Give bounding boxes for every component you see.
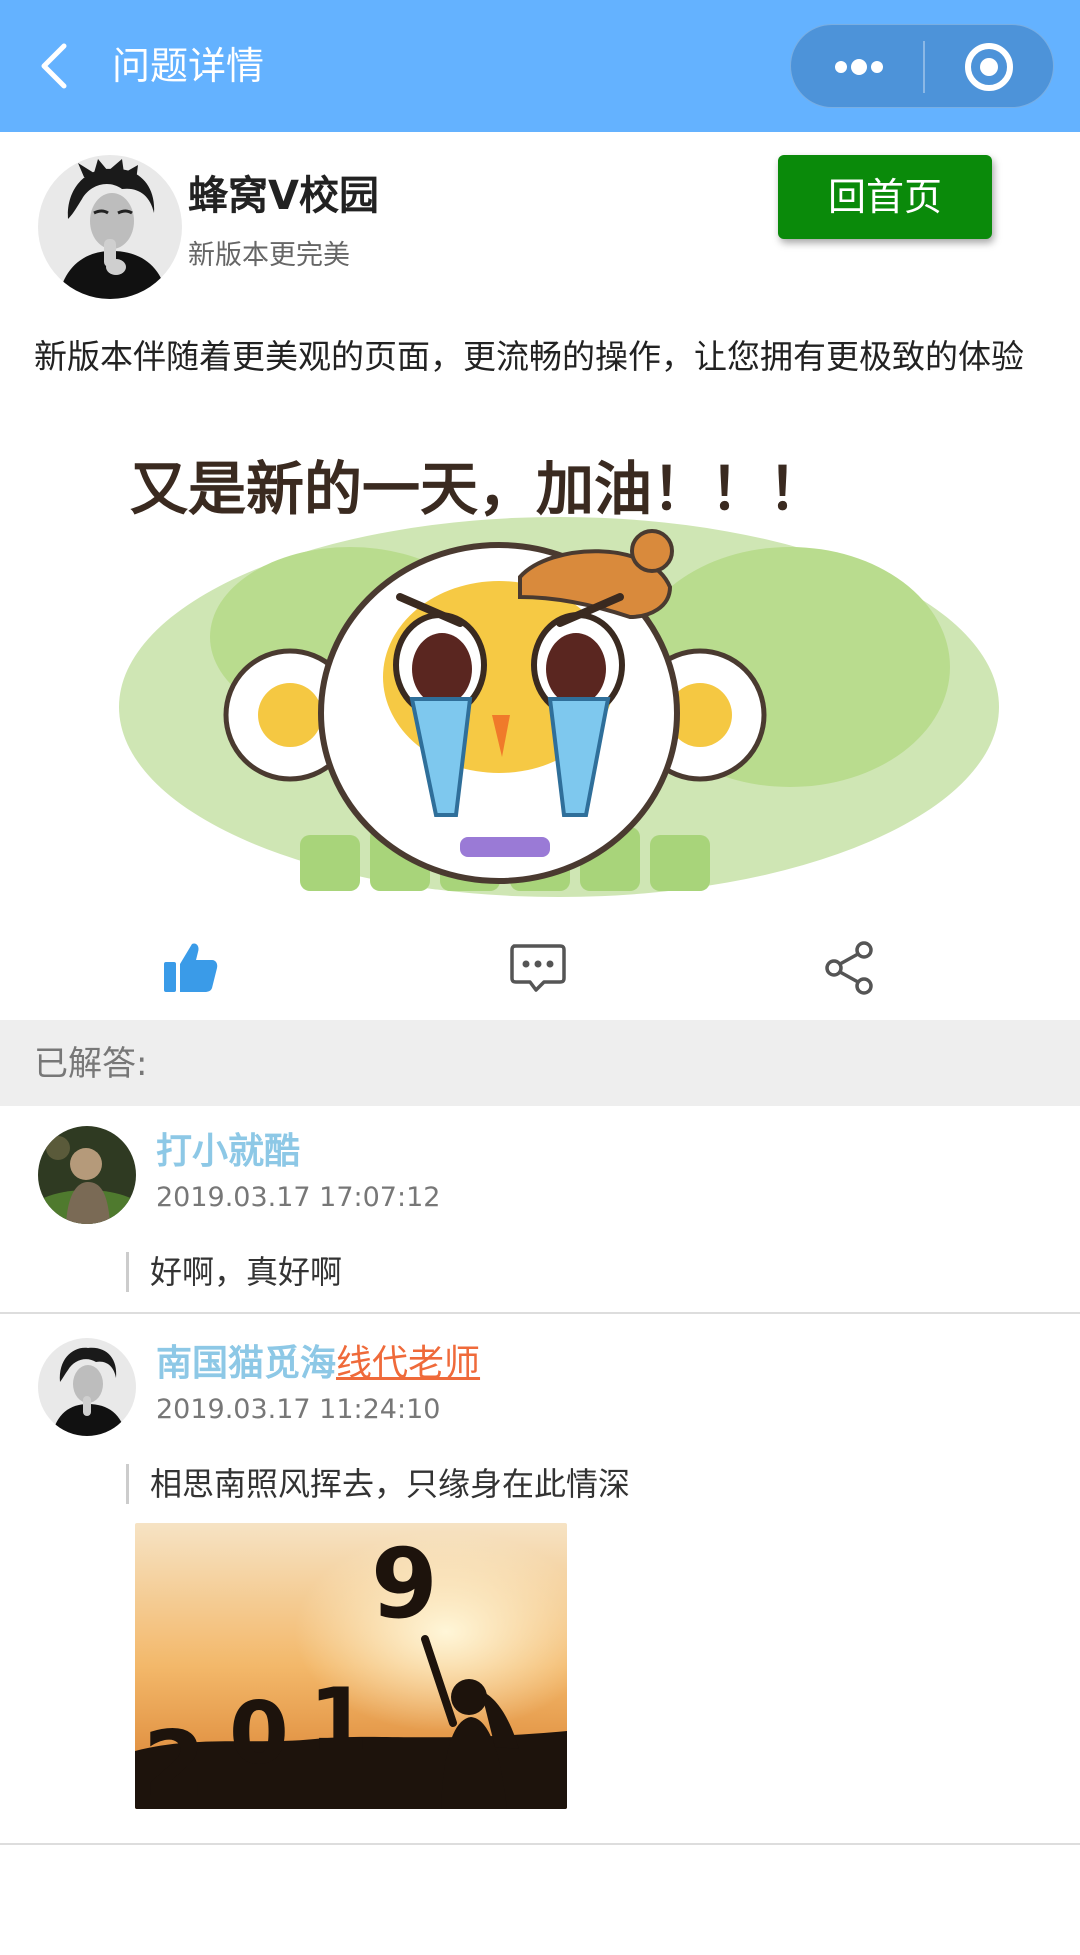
author-avatar[interactable] [38, 155, 182, 299]
thumbs-up-icon [164, 943, 218, 992]
answer-avatar[interactable] [38, 1126, 136, 1224]
comment-button[interactable] [508, 940, 568, 996]
target-circle-icon [965, 43, 1013, 91]
answer-author-name[interactable]: 南国猫觅海 [156, 1343, 336, 1384]
answer-text: 好啊，真好啊 [150, 1253, 343, 1291]
home-button[interactable]: 回首页 [778, 155, 992, 239]
answer-author-role[interactable]: 线代老师 [336, 1343, 480, 1384]
image-text-2: 2 [143, 1712, 206, 1809]
quote-bar [126, 1252, 129, 1292]
more-dots-icon [835, 59, 883, 75]
more-button[interactable] [791, 25, 923, 109]
chevron-left-icon [41, 43, 67, 89]
share-button[interactable] [820, 940, 880, 996]
answer-divider [0, 1843, 1080, 1845]
answer-time: 2019.03.17 17:07:12 [156, 1182, 441, 1213]
image-caption-text: 又是新的一天，加油！！！ [130, 455, 826, 523]
author-subtitle: 新版本更完美 [188, 240, 350, 271]
answer-text: 相思南照风挥去，只缘身在此情深 [150, 1465, 631, 1503]
back-button[interactable] [34, 38, 86, 94]
post-text: 新版本伴随着更美观的页面，更流畅的操作，让您拥有更极致的体验 [34, 337, 1024, 376]
answered-section-header [0, 1020, 1080, 1106]
answered-label: 已解答: [34, 1044, 148, 1084]
image-text-1: 1 [309, 1670, 369, 1770]
answer-author-name[interactable]: 打小就酷 [156, 1128, 300, 1176]
answer-author-line: 南国猫觅海线代老师 [156, 1340, 480, 1388]
share-icon [825, 941, 873, 995]
answer-divider [0, 1312, 1080, 1314]
post-image[interactable]: 又是新的一天，加油！！！ [110, 447, 1008, 907]
answer-avatar[interactable] [38, 1338, 136, 1436]
answer-time: 2019.03.17 11:24:10 [156, 1394, 441, 1425]
like-button[interactable] [160, 940, 220, 996]
quote-bar [126, 1464, 129, 1504]
page-title: 问题详情 [112, 44, 265, 88]
image-text-9: 9 [371, 1528, 438, 1640]
answer-image[interactable]: 2 0 1 9 [135, 1523, 567, 1809]
navigation-bar: 问题详情 [0, 0, 1080, 132]
capsule-menu [790, 24, 1054, 108]
comment-icon [510, 944, 566, 992]
close-miniprogram-button[interactable] [925, 25, 1055, 109]
image-text-0: 0 [229, 1684, 289, 1784]
author-name[interactable]: 蜂窝V校园 [188, 168, 379, 224]
